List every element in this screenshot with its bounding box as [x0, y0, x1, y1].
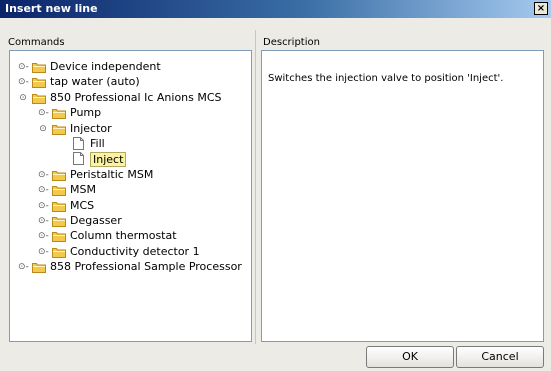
expander-icon[interactable]: ⊙-	[38, 170, 49, 180]
tree-item[interactable]: ⊙ Injector	[38, 121, 240, 137]
tree-item[interactable]: ⊙- 858 Professional Sample Processor	[18, 259, 242, 275]
tree-item-label: Inject	[90, 152, 127, 168]
tree-item[interactable]: Fill	[58, 136, 240, 152]
folder-icon	[52, 247, 66, 258]
expander-icon[interactable]: ⊙-	[18, 62, 29, 72]
close-icon[interactable]: ×	[534, 2, 548, 15]
tree-item-label: 858 Professional Sample Processor	[50, 260, 242, 274]
expander-icon[interactable]: ⊙	[38, 124, 48, 134]
tree-item-label: Pump	[70, 106, 102, 120]
expander-icon[interactable]: ⊙-	[38, 108, 49, 118]
expander-icon[interactable]: ⊙-	[38, 201, 49, 211]
tree-item[interactable]: ⊙- Device independent	[18, 59, 240, 75]
commands-tree[interactable]: ⊙- Device independent ⊙- tap water (auto) ⊙ 8…	[9, 50, 252, 342]
expander-icon[interactable]: ⊙-	[38, 185, 49, 195]
tree-item[interactable]: ⊙- Pump	[38, 105, 240, 121]
tree-item[interactable]: ⊙- Column thermostat	[38, 228, 240, 244]
tree-item[interactable]: ⊙- tap water (auto)	[18, 74, 240, 90]
document-icon	[73, 152, 84, 166]
folder-icon	[52, 170, 66, 181]
tree-item-label: Injector	[70, 121, 112, 135]
document-icon	[73, 137, 84, 150]
dialog-title: Insert new line	[5, 2, 98, 15]
pane-splitter[interactable]	[255, 30, 256, 344]
tree-item-label: Column thermostat	[70, 229, 177, 243]
tree-item-label: MCS	[70, 198, 95, 212]
description-label: Description	[263, 37, 320, 48]
expander-icon[interactable]: ⊙-	[18, 77, 29, 87]
tree-item[interactable]: Inject	[58, 151, 240, 168]
tree-item-label: Fill	[90, 137, 105, 150]
tree-item[interactable]: ⊙- MCS	[38, 198, 240, 214]
expander-icon[interactable]: ⊙	[18, 93, 28, 103]
expander-icon[interactable]: ⊙-	[18, 262, 29, 272]
description-panel: Switches the injection valve to position…	[261, 50, 544, 342]
tree-item[interactable]: ⊙- Conductivity detector 1	[38, 244, 240, 260]
folder-icon	[32, 77, 46, 89]
tree-item-label: 850 Professional Ic Anions MCS	[50, 90, 222, 104]
tree-item[interactable]: ⊙- MSM	[38, 182, 240, 198]
commands-label: Commands	[8, 37, 65, 48]
expander-icon[interactable]: ⊙-	[38, 231, 49, 241]
folder-icon	[52, 108, 66, 120]
folder-icon	[52, 185, 66, 197]
tree-item-label: Degasser	[70, 214, 122, 227]
tree-item[interactable]: ⊙ 850 Professional Ic Anions MCS	[18, 90, 240, 106]
tree-item-label: Conductivity detector 1	[70, 244, 200, 258]
folder-icon	[32, 62, 46, 73]
folder-icon	[52, 201, 66, 212]
folder-icon	[52, 231, 66, 243]
dialog-title-bar[interactable]: Insert new line ×	[0, 0, 551, 18]
expander-icon[interactable]: ⊙-	[38, 216, 49, 226]
expander-icon[interactable]: ⊙-	[38, 247, 49, 257]
tree-item-label: Peristaltic MSM	[70, 167, 154, 181]
tree-item-label: MSM	[70, 183, 96, 197]
cancel-button[interactable]: Cancel	[456, 346, 544, 368]
tree-item-label: tap water (auto)	[50, 75, 140, 89]
tree-item[interactable]: ⊙- Peristaltic MSM	[38, 167, 240, 183]
tree-item-label: Device independent	[50, 60, 161, 73]
description-text: Switches the injection valve to position…	[268, 73, 504, 84]
folder-icon	[52, 124, 66, 135]
ok-button[interactable]: OK	[366, 346, 454, 368]
folder-icon	[52, 216, 66, 227]
tree-item[interactable]: ⊙- Degasser	[38, 213, 240, 229]
folder-icon	[32, 93, 46, 104]
folder-icon	[32, 262, 46, 274]
